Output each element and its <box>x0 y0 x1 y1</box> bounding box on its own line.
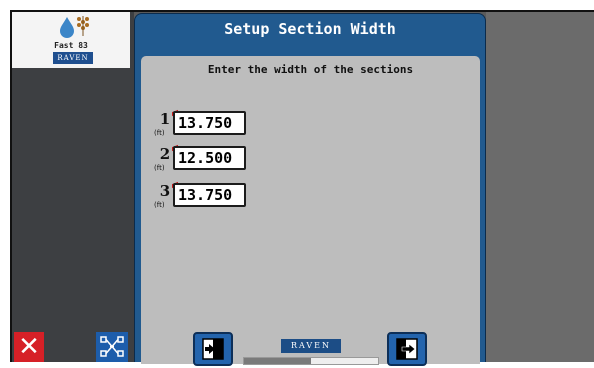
section-row-1: 1 (ft) 13.750 <box>154 109 294 140</box>
network-diagram-icon <box>100 336 124 357</box>
raven-logo: RAVEN <box>281 339 341 353</box>
section-number: 3 <box>159 182 171 200</box>
section-number: 2 <box>159 145 171 163</box>
section-row-2: 2 (ft) 12.500 <box>154 144 294 175</box>
instruction-text: Enter the width of the sections <box>207 63 414 76</box>
water-drop-and-grain-icon <box>60 16 89 38</box>
progress-bar <box>243 357 379 365</box>
right-panel <box>486 12 594 362</box>
app-name: Fast 83 <box>54 41 88 50</box>
setup-dialog: Setup Section Width Enter the width of t… <box>134 13 486 366</box>
close-button[interactable]: ✕ <box>14 332 44 362</box>
dialog-body: Enter the width of the sections 1 (ft) 1… <box>141 56 480 366</box>
app-brand-badge: RAVEN <box>53 52 93 64</box>
close-icon: ✕ <box>18 332 40 362</box>
unit-label: (ft) <box>154 201 165 209</box>
unit-label: (ft) <box>154 164 165 172</box>
unit-label: (ft) <box>154 129 165 137</box>
section-row-3: 3 (ft) 13.750 <box>154 181 294 212</box>
next-page-icon <box>396 338 418 360</box>
section-width-input[interactable]: 12.500 <box>173 146 246 170</box>
section-number: 1 <box>159 110 171 128</box>
dialog-title: Setup Section Width <box>224 20 396 38</box>
section-width-input[interactable]: 13.750 <box>173 183 246 207</box>
app-tile[interactable]: Fast 83 RAVEN <box>12 12 130 68</box>
network-button[interactable] <box>96 332 128 362</box>
previous-page-icon <box>202 338 224 360</box>
back-button[interactable] <box>193 332 233 366</box>
next-button[interactable] <box>387 332 427 366</box>
progress-fill <box>244 358 311 364</box>
section-width-input[interactable]: 13.750 <box>173 111 246 135</box>
